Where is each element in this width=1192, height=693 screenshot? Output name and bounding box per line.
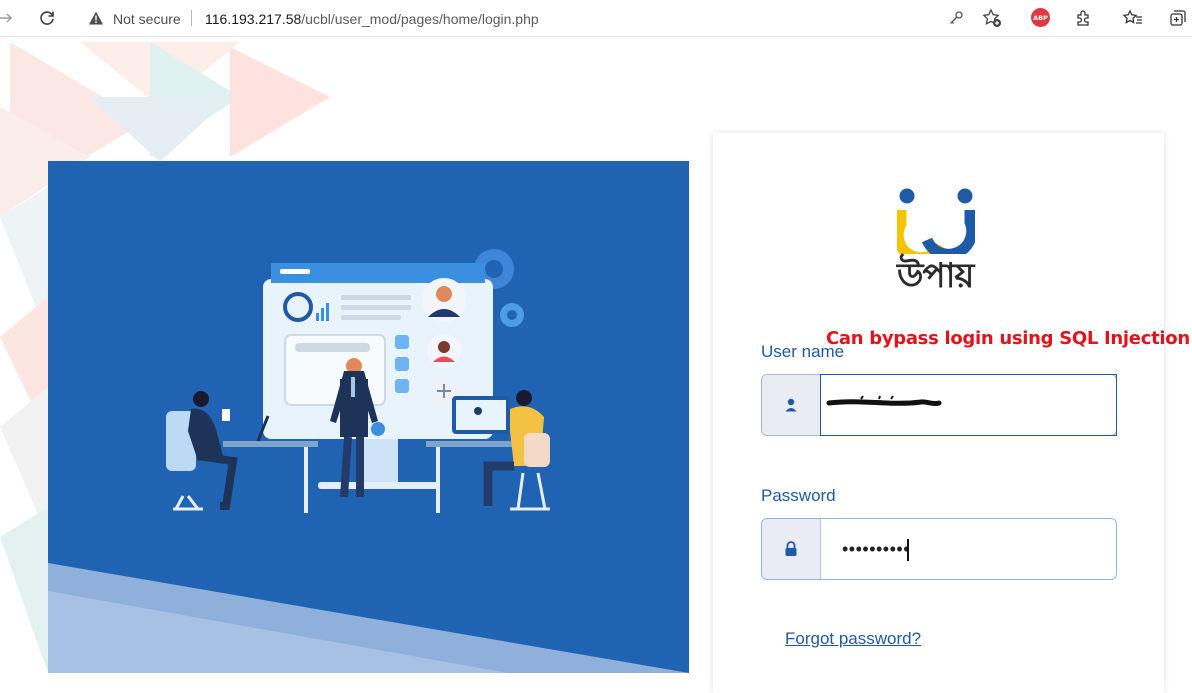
upay-logo-text: উপায় (897, 256, 974, 296)
sql-injection-annotation: Can bypass login using SQL Injection (826, 328, 1190, 349)
key-icon[interactable] (944, 6, 968, 30)
address-divider (191, 10, 192, 26)
password-field[interactable]: •••••••••• (761, 518, 1117, 580)
url-host: 116.193.217.58 (205, 11, 302, 27)
not-secure-label[interactable]: Not secure (113, 11, 181, 27)
extensions-icon[interactable] (1072, 6, 1096, 30)
reload-icon[interactable] (35, 6, 59, 30)
add-favorite-icon[interactable] (980, 6, 1004, 30)
warning-icon (89, 11, 103, 25)
username-field[interactable] (761, 374, 1117, 436)
forgot-password-link[interactable]: Forgot password? (785, 629, 921, 649)
password-label: Password (761, 486, 836, 505)
redaction-scribble (826, 395, 942, 407)
hero-illustration-panel (48, 161, 689, 673)
forward-arrow-icon[interactable] (0, 6, 18, 30)
office-illustration (48, 249, 689, 673)
password-input[interactable]: •••••••••• (842, 539, 910, 560)
adblock-extension-icon[interactable]: ABP (1031, 8, 1050, 27)
text-caret (907, 539, 909, 561)
username-input[interactable] (820, 374, 1117, 436)
browser-toolbar: Not secure 116.193.217.58/ucbl/user_mod/… (0, 0, 1192, 37)
collections-icon[interactable] (1166, 6, 1190, 30)
address-bar[interactable]: Not secure 116.193.217.58/ucbl/user_mod/… (76, 4, 1010, 32)
lock-icon (762, 519, 821, 579)
user-icon (762, 375, 821, 435)
username-label: User name (761, 342, 845, 361)
upay-logo (897, 188, 975, 254)
favorites-icon[interactable] (1121, 6, 1145, 30)
url-text[interactable]: 116.193.217.58/ucbl/user_mod/pages/home/… (205, 11, 539, 27)
url-path: /ucbl/user_mod/pages/home/login.php (301, 11, 539, 27)
